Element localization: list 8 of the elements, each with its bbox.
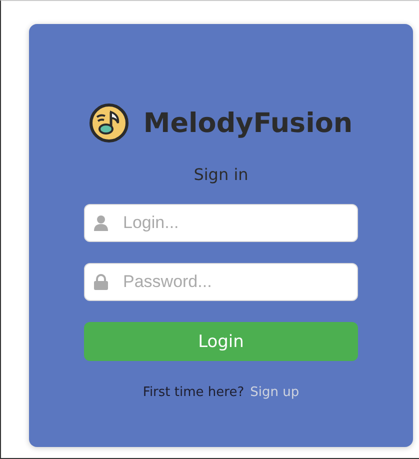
signup-link[interactable]: Sign up xyxy=(250,385,300,400)
signup-prompt: First time here? xyxy=(142,385,244,400)
login-field[interactable]: Login... xyxy=(84,204,358,242)
music-note-icon xyxy=(89,103,130,143)
password-field[interactable]: Password... xyxy=(84,263,358,301)
sign-in-heading: Sign in xyxy=(194,165,248,184)
login-button[interactable]: Login xyxy=(84,322,358,361)
brand-name: MelodyFusion xyxy=(143,108,353,138)
